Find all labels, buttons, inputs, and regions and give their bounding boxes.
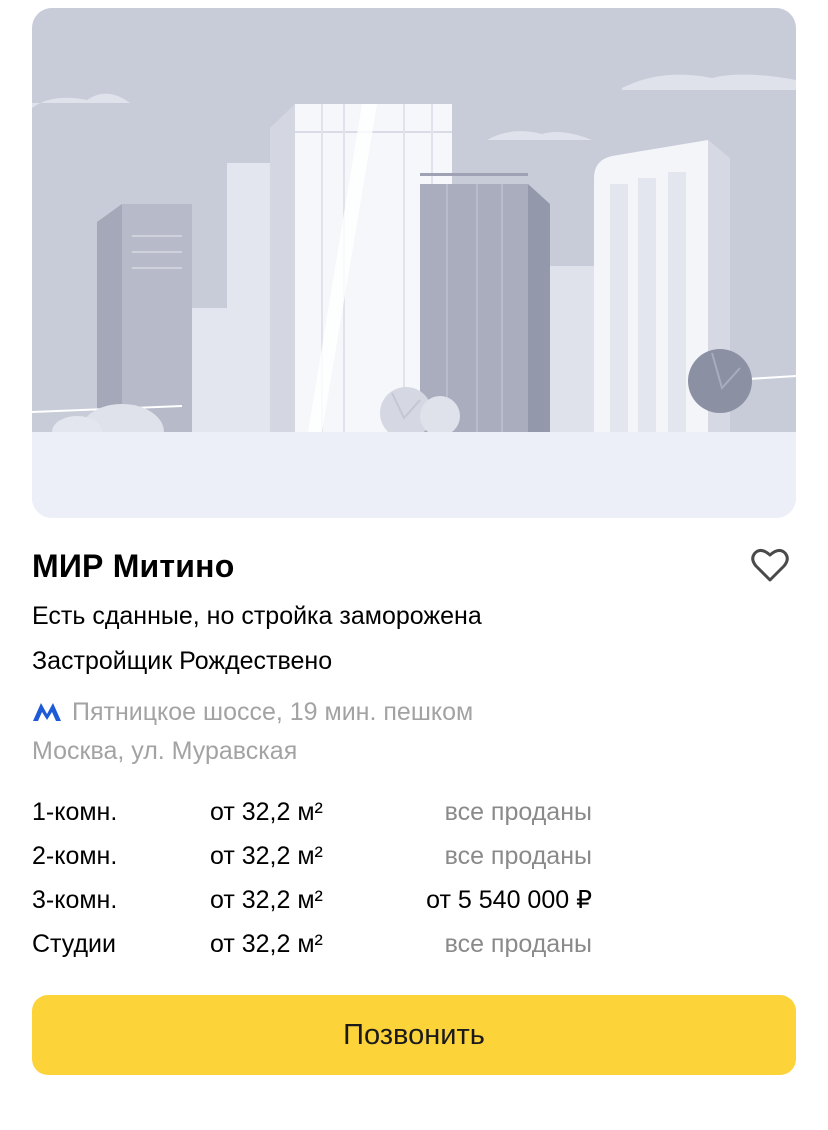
complex-image[interactable]	[32, 8, 796, 518]
construction-status: Есть сданные, но стройка заморожена	[32, 602, 482, 630]
offer-rooms: 1-комн.	[32, 798, 118, 826]
complex-card[interactable]: МИР Митино Есть сданные, но стройка замо…	[32, 8, 796, 1075]
offer-row[interactable]: 1-комн. от 32,2 м² все проданы	[32, 790, 592, 834]
offer-price: все проданы	[444, 930, 592, 958]
offer-area: от 32,2 м²	[210, 930, 323, 958]
offer-area: от 32,2 м²	[210, 886, 323, 914]
offer-row[interactable]: 2-комн. от 32,2 м² все проданы	[32, 834, 592, 878]
offer-price: все проданы	[444, 798, 592, 826]
offer-price: от 5 540 000 ₽	[426, 886, 592, 914]
offer-area: от 32,2 м²	[210, 798, 323, 826]
complex-title[interactable]: МИР Митино	[32, 544, 796, 588]
offer-price: все проданы	[444, 842, 592, 870]
offer-rooms: Студии	[32, 930, 116, 958]
offer-row[interactable]: 3-комн. от 32,2 м² от 5 540 000 ₽	[32, 878, 592, 922]
developer-name[interactable]: Застройщик Рождествено	[32, 645, 796, 677]
call-button[interactable]: Позвонить	[32, 995, 796, 1075]
offers-table: 1-комн. от 32,2 м² все проданы 2-комн. о…	[32, 790, 592, 966]
metro-icon	[33, 703, 61, 721]
heart-outline-icon[interactable]	[750, 546, 790, 584]
address-text: Москва, ул. Муравская	[32, 737, 298, 765]
metro-station-text: Пятницкое шоссе, 19 мин. пешком	[72, 698, 474, 726]
metro-info: Пятницкое шоссе, 19 мин. пешком	[32, 696, 796, 728]
offer-rooms: 2-комн.	[32, 842, 118, 870]
offer-rooms: 3-комн.	[32, 886, 118, 914]
offer-row[interactable]: Студии от 32,2 м² все проданы	[32, 922, 592, 966]
offer-area: от 32,2 м²	[210, 842, 323, 870]
